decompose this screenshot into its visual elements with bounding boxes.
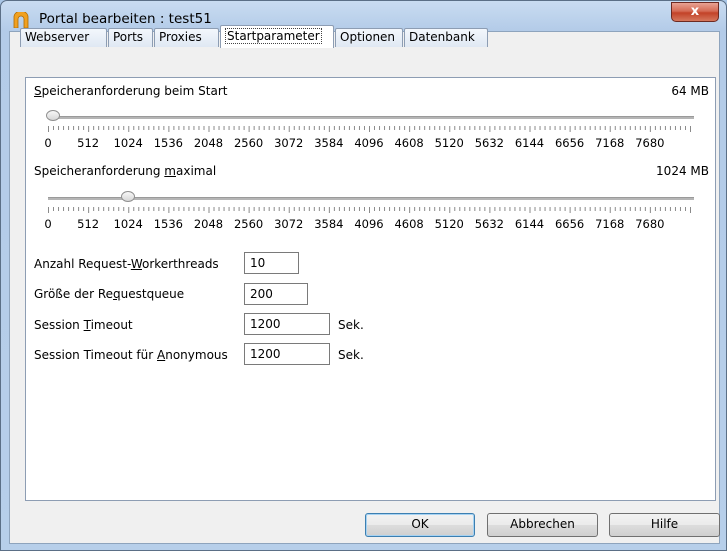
scale-label: 1536 — [153, 136, 184, 150]
scale-label: 1024 — [113, 136, 143, 150]
session-timeout-anonymous-unit: Sek. — [338, 348, 364, 362]
scale-label: 2560 — [233, 136, 264, 150]
scale-label: 2048 — [193, 217, 224, 231]
scale-label: 512 — [77, 136, 100, 150]
start-memory-tick-marks — [48, 126, 691, 132]
scale-label: 6656 — [554, 136, 585, 150]
scale-label: 3072 — [274, 217, 304, 231]
startparameter-panel: Speicheranforderung beim Start 64 MB 0 51… — [25, 77, 716, 501]
worker-threads-input[interactable]: 10 — [244, 252, 299, 274]
request-queue-input[interactable]: 200 — [244, 283, 308, 305]
start-memory-slider-thumb[interactable] — [46, 110, 61, 121]
start-memory-label: Speicheranforderung beim Start — [34, 84, 228, 98]
scale-label: 6656 — [554, 217, 585, 231]
session-timeout-unit: Sek. — [338, 318, 364, 332]
scale-label: 3584 — [314, 136, 344, 150]
help-button[interactable]: Hilfe — [609, 513, 720, 537]
tab-label: Webserver — [25, 30, 90, 44]
scale-label: 6144 — [514, 217, 545, 231]
start-memory-slider-track[interactable] — [48, 116, 694, 119]
session-timeout-input[interactable]: 1200 — [244, 313, 330, 335]
scale-label: 7680 — [635, 217, 665, 231]
tab-proxies[interactable]: Proxies — [154, 28, 219, 47]
scale-label: 2048 — [193, 136, 224, 150]
ok-button[interactable]: OK — [365, 513, 475, 537]
tab-optionen[interactable]: Optionen — [335, 28, 403, 47]
session-timeout-label: Session Timeout — [34, 318, 133, 332]
start-memory-value: 64 MB — [671, 84, 709, 98]
scale-label: 5120 — [434, 217, 464, 231]
scale-label: 0 — [44, 136, 52, 150]
scale-label: 7168 — [595, 217, 625, 231]
worker-threads-label: Anzahl Request-Workerthreads — [34, 257, 219, 271]
scale-label: 4608 — [394, 136, 424, 150]
scale-label: 2560 — [233, 217, 264, 231]
max-memory-tick-marks — [48, 207, 691, 213]
dialog-window: Portal bearbeiten : test51 x Webserver P… — [0, 0, 727, 551]
scale-label: 4096 — [354, 217, 384, 231]
tab-label: Startparameter — [225, 28, 322, 44]
tab-startparameter[interactable]: Startparameter — [220, 25, 334, 48]
scale-label: 4608 — [394, 217, 424, 231]
max-memory-value: 1024 MB — [656, 164, 709, 178]
scale-label: 1536 — [153, 217, 184, 231]
tab-ports[interactable]: Ports — [108, 28, 153, 47]
scale-label: 4096 — [354, 136, 384, 150]
scale-label: 512 — [77, 217, 100, 231]
session-timeout-anonymous-label: Session Timeout für Anonymous — [34, 348, 228, 362]
tab-datenbank[interactable]: Datenbank — [404, 28, 488, 47]
scale-label: 5632 — [474, 217, 505, 231]
portal-arch-icon — [13, 12, 29, 28]
tab-label: Optionen — [340, 30, 396, 44]
window-title: Portal bearbeiten : test51 — [39, 11, 212, 27]
max-memory-slider-thumb[interactable] — [121, 191, 136, 202]
scale-label: 3584 — [314, 217, 344, 231]
cancel-button[interactable]: Abbrechen — [487, 513, 598, 537]
scale-label: 5120 — [434, 136, 464, 150]
session-timeout-anonymous-input[interactable]: 1200 — [244, 343, 330, 365]
tab-webserver[interactable]: Webserver — [20, 28, 107, 47]
close-button[interactable]: x — [671, 2, 719, 22]
tab-label: Datenbank — [409, 30, 475, 44]
scale-label: 0 — [44, 217, 52, 231]
max-memory-label: Speicheranforderung maximal — [34, 164, 217, 178]
scale-label: 1024 — [113, 217, 143, 231]
scale-label: 7680 — [635, 136, 665, 150]
max-memory-slider-track[interactable] — [48, 197, 694, 200]
scale-label: 7168 — [595, 136, 625, 150]
scale-label: 3072 — [274, 136, 304, 150]
scale-label: 5632 — [474, 136, 505, 150]
tab-label: Ports — [113, 30, 144, 44]
request-queue-label: Größe der Requestqueue — [34, 287, 185, 301]
tab-label: Proxies — [159, 30, 202, 44]
scale-label: 6144 — [514, 136, 545, 150]
